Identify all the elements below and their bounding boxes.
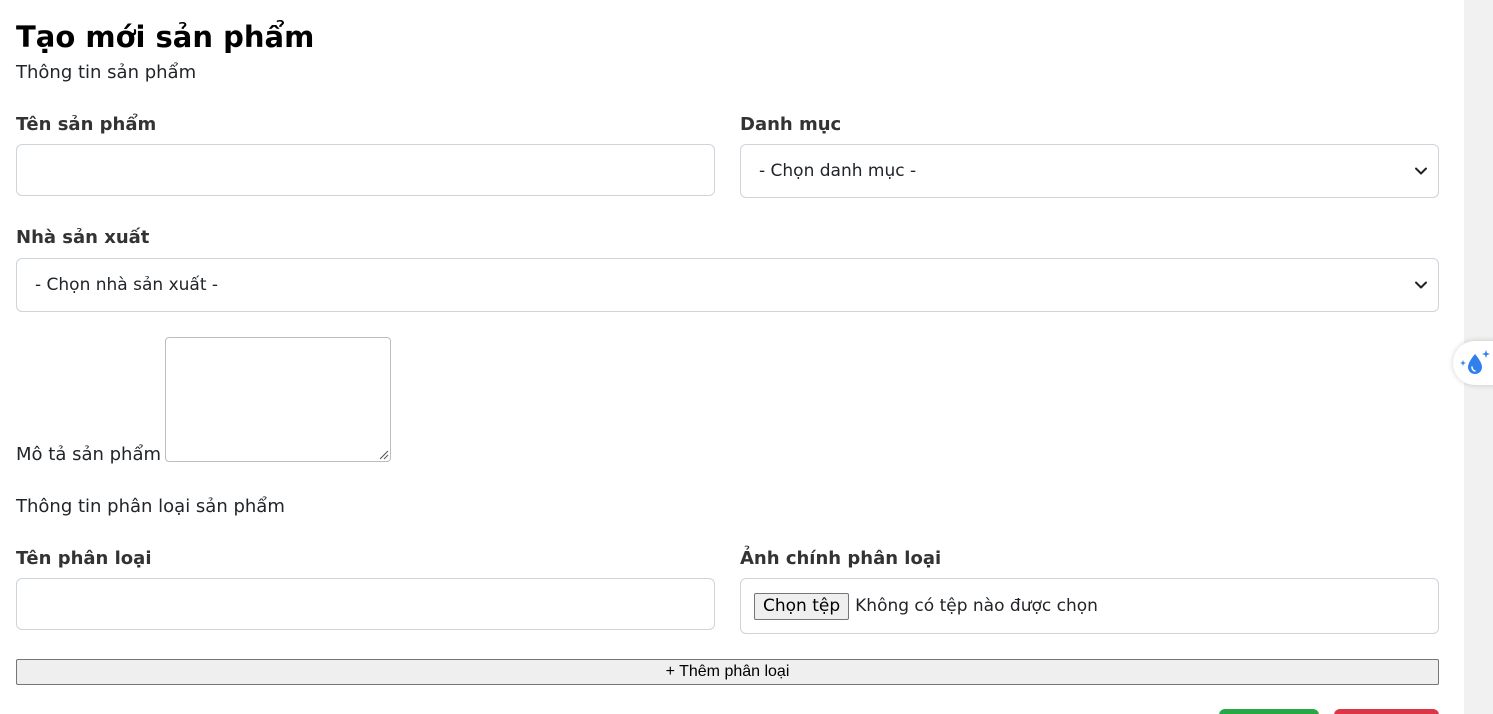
floating-assistant-button[interactable] — [1453, 341, 1493, 385]
description-textarea[interactable] — [165, 337, 391, 462]
category-selected-value: - Chọn danh mục - — [759, 161, 917, 181]
cancel-button[interactable] — [1334, 709, 1439, 714]
description-textarea-wrap — [165, 337, 391, 462]
create-product-page: Tạo mới sản phẩm Thông tin sản phẩm Tên … — [0, 0, 1493, 714]
product-name-input[interactable] — [16, 144, 715, 196]
manufacturer-label: Nhà sản xuất — [16, 227, 150, 248]
add-variant-button[interactable]: + Thêm phân loại — [16, 659, 1439, 685]
description-label: Mô tả sản phẩm — [16, 444, 162, 465]
chevron-down-icon — [1415, 167, 1427, 175]
product-name-label: Tên sản phẩm — [16, 114, 157, 135]
save-button[interactable] — [1219, 709, 1319, 714]
category-label: Danh mục — [740, 114, 842, 135]
variant-image-file-input: Chọn tệp Không có tệp nào được chọn — [740, 578, 1439, 634]
variant-section-heading: Thông tin phân loại sản phẩm — [16, 496, 285, 517]
variant-image-label: Ảnh chính phân loại — [740, 548, 942, 569]
choose-file-button[interactable]: Chọn tệp — [754, 592, 850, 620]
manufacturer-selected-value: - Chọn nhà sản xuất - — [35, 275, 219, 295]
chevron-down-icon — [1415, 281, 1427, 289]
variant-name-label: Tên phân loại — [16, 548, 152, 569]
sparkle-drop-icon — [1460, 350, 1490, 374]
resize-grip-icon[interactable] — [379, 450, 389, 460]
product-info-heading: Thông tin sản phẩm — [16, 62, 197, 83]
file-status-text: Không có tệp nào được chọn — [855, 596, 1098, 616]
page-title: Tạo mới sản phẩm — [16, 20, 315, 54]
manufacturer-select[interactable]: - Chọn nhà sản xuất - — [16, 258, 1439, 312]
variant-name-input[interactable] — [16, 578, 715, 630]
category-select[interactable]: - Chọn danh mục - — [740, 144, 1439, 198]
